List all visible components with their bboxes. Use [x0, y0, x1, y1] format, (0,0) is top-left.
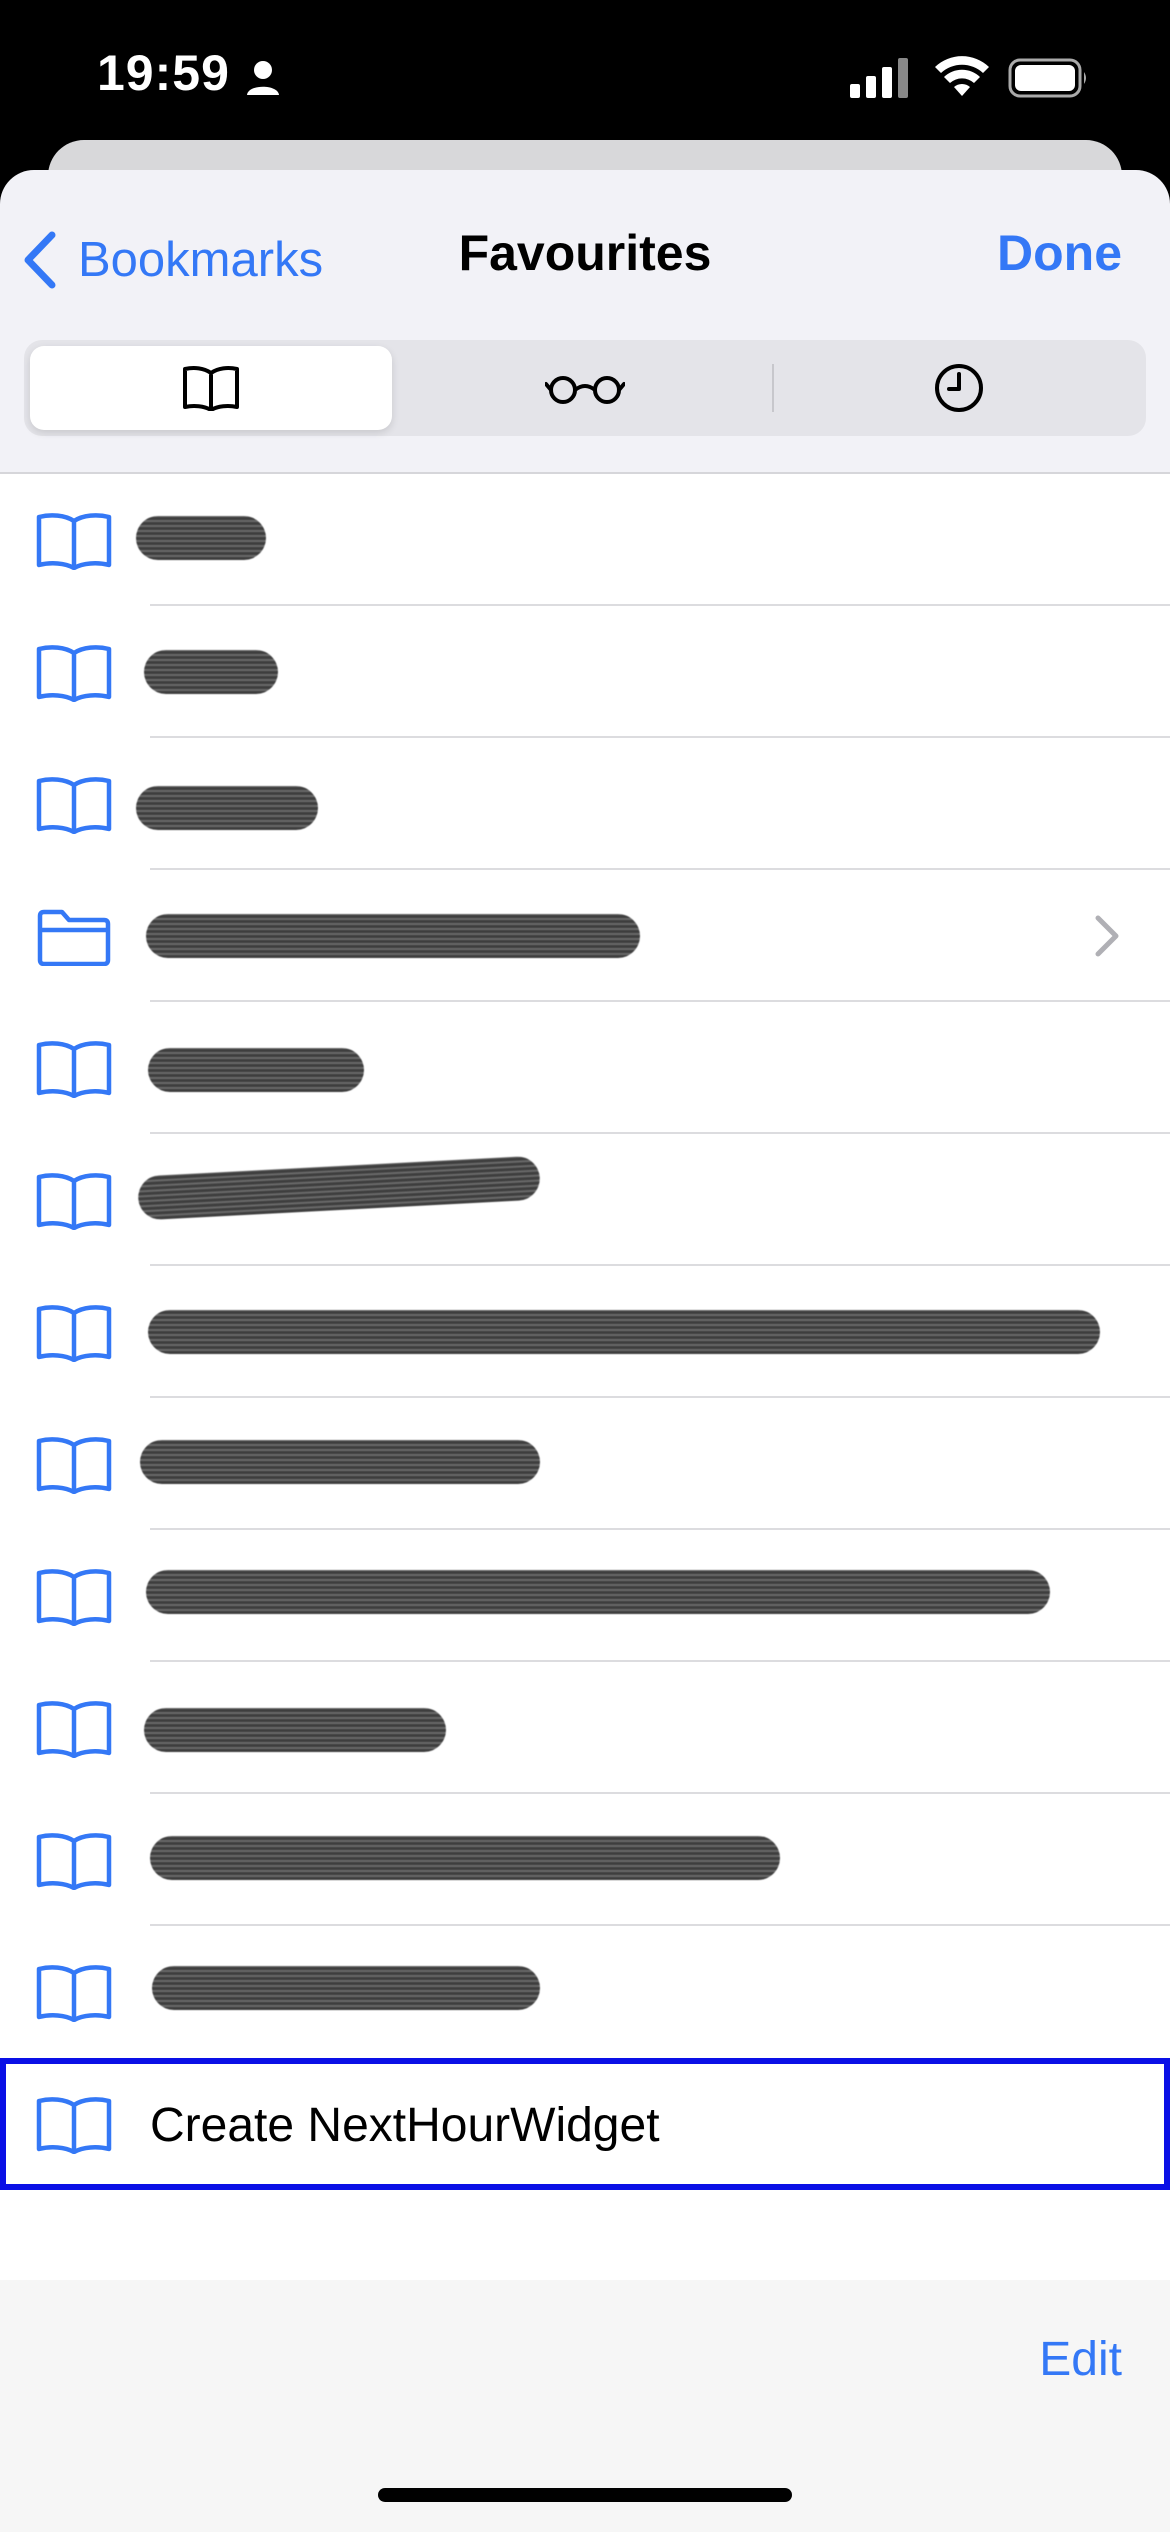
home-indicator[interactable]: [378, 2488, 792, 2502]
redaction-mark: [140, 1440, 540, 1484]
bookmark-label: Create NextHourWidget: [150, 2099, 660, 2152]
bookmarks-sheet: Bookmarks Favourites Done Create NextHou…: [0, 170, 1170, 2532]
redaction-mark: [136, 516, 266, 560]
cellular-signal-icon: [850, 58, 908, 98]
tab-bookmarks[interactable]: [30, 346, 392, 430]
bookmark-row[interactable]: [0, 474, 1170, 606]
redaction-mark: [148, 1310, 1100, 1354]
done-button[interactable]: Done: [997, 224, 1122, 282]
redaction-mark: [146, 1570, 1050, 1614]
book-icon: [36, 1041, 112, 1098]
book-icon: [36, 1173, 112, 1230]
tab-history[interactable]: [778, 346, 1140, 430]
book-icon: [36, 513, 112, 570]
chevron-right-icon: [1095, 915, 1119, 957]
status-time: 19:59: [97, 45, 230, 101]
bookmark-row[interactable]: [0, 738, 1170, 870]
bookmark-row-create-nexthourwidget[interactable]: Create NextHourWidget: [0, 2058, 1170, 2190]
segment-divider: [772, 364, 774, 412]
person-icon: [247, 61, 279, 95]
redaction-mark: [152, 1966, 540, 2010]
book-icon: [36, 1305, 112, 1362]
redaction-mark: [148, 1048, 364, 1092]
back-button-label: Bookmarks: [78, 233, 324, 287]
bookmark-row[interactable]: [0, 1794, 1170, 1926]
folder-icon: [37, 909, 111, 966]
battery-icon: [1008, 58, 1086, 98]
glasses-icon: [545, 376, 625, 404]
book-icon: [36, 1437, 112, 1494]
book-icon: [36, 1965, 112, 2022]
book-icon: [36, 777, 112, 834]
bookmark-list: Create NextHourWidget: [0, 472, 1170, 2298]
bookmark-row[interactable]: [0, 606, 1170, 738]
book-icon: [36, 645, 112, 702]
back-to-bookmarks-button[interactable]: Bookmarks: [22, 220, 323, 300]
segmented-control: [24, 340, 1146, 436]
book-icon: [36, 1833, 112, 1890]
redaction-mark: [137, 1155, 541, 1221]
nav-bar: Bookmarks Favourites Done: [0, 170, 1170, 340]
book-icon: [183, 366, 239, 411]
bookmark-row[interactable]: [0, 1002, 1170, 1134]
wifi-icon: [935, 56, 989, 96]
bookmark-row[interactable]: [0, 1266, 1170, 1398]
book-icon: [36, 1701, 112, 1758]
bookmark-row[interactable]: [0, 1926, 1170, 2058]
redaction-mark: [146, 914, 640, 958]
bookmark-row[interactable]: [0, 1134, 1170, 1266]
chevron-left-icon: [24, 231, 56, 289]
redaction-mark: [136, 786, 318, 830]
redaction-mark: [144, 650, 278, 694]
book-icon: [36, 2097, 112, 2154]
status-bar: 19:59: [0, 0, 1170, 150]
bookmark-row[interactable]: [0, 1530, 1170, 1662]
edit-button[interactable]: Edit: [1039, 2332, 1122, 2387]
tab-reading-list[interactable]: [404, 346, 766, 430]
bookmark-row[interactable]: [0, 1662, 1170, 1794]
redaction-mark: [150, 1836, 780, 1880]
bookmark-folder-row[interactable]: [0, 870, 1170, 1002]
book-icon: [36, 1569, 112, 1626]
redaction-mark: [144, 1708, 446, 1752]
bookmark-row[interactable]: [0, 1398, 1170, 1530]
clock-icon: [935, 364, 983, 412]
